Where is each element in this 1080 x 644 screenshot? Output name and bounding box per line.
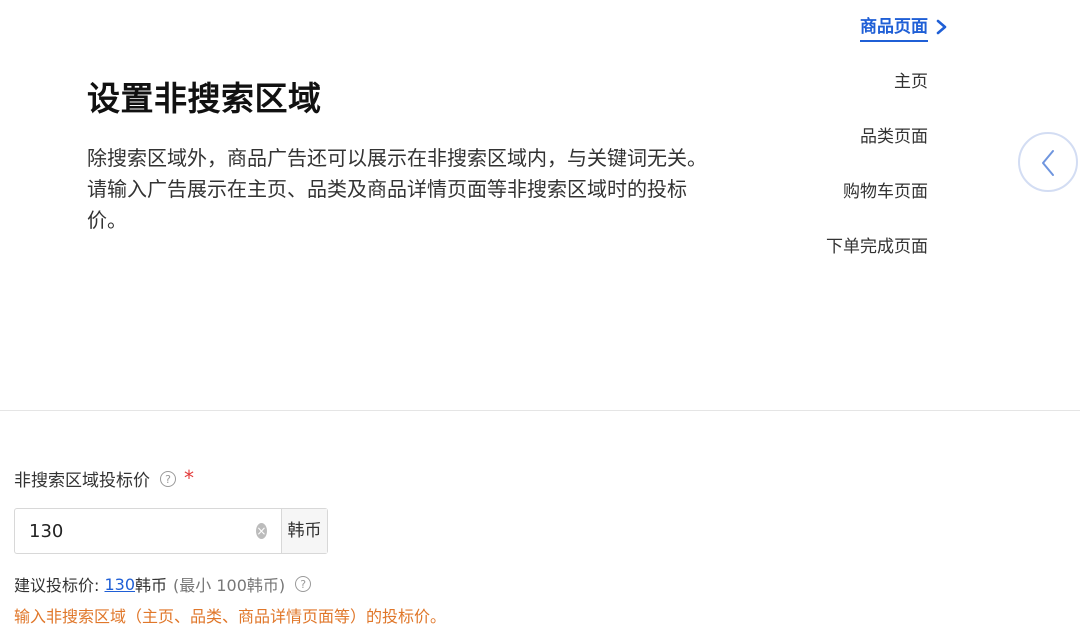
nav-item-home[interactable]: 主页 [728, 67, 928, 122]
nav-item-category-page[interactable]: 品类页面 [728, 122, 928, 177]
help-icon[interactable]: ? [295, 576, 312, 592]
nav-item-product-page[interactable]: 商品页面 [728, 12, 947, 67]
nav-item-label: 主页 [894, 72, 928, 92]
suggested-bid-value-link[interactable]: 130 [104, 575, 135, 594]
bid-field-label-text: 非搜索区域投标价 [14, 471, 150, 491]
page-anchor-nav: 商品页面 主页 品类页面 购物车页面 下单完成页面 [728, 12, 947, 287]
description-line: 价。 [87, 208, 127, 232]
bid-field-label: 非搜索区域投标价 ? * [14, 466, 194, 491]
bid-hint-text: 输入非搜索区域（主页、品类、商品详情页面等）的投标价。 [14, 607, 447, 626]
section-divider [0, 410, 1080, 411]
nav-item-label: 下单完成页面 [826, 237, 928, 257]
section-title: 设置非搜索区域 [87, 79, 322, 118]
help-icon[interactable]: ? [160, 470, 176, 487]
clear-icon[interactable]: × [256, 523, 267, 539]
bid-input-group: × 韩币 [14, 508, 328, 554]
description-line: 除搜索区域外，商品广告还可以展示在非搜索区域内，与关键词无关。 [87, 146, 707, 170]
suggested-bid-prefix: 建议投标价: [14, 576, 105, 595]
nav-item-order-complete-page[interactable]: 下单完成页面 [728, 232, 928, 287]
currency-unit: 韩币 [280, 509, 327, 553]
suggested-bid-unit: 韩币 [135, 576, 168, 595]
required-indicator: * [184, 466, 194, 490]
description-line: 请输入广告展示在主页、品类及商品详情页面等非搜索区域时的投标 [87, 177, 687, 201]
suggested-bid: 建议投标价: 130 韩币 (最小 100韩币) ? [14, 572, 312, 596]
nav-item-label: 购物车页面 [843, 182, 928, 202]
section-description: 除搜索区域外，商品广告还可以展示在非搜索区域内，与关键词无关。 请输入广告展示在… [87, 143, 747, 236]
nav-item-label: 商品页面 [860, 17, 928, 42]
nav-item-cart-page[interactable]: 购物车页面 [728, 177, 928, 232]
collapse-panel-button[interactable] [1018, 132, 1078, 192]
chevron-left-icon [1042, 150, 1054, 176]
nav-item-label: 品类页面 [860, 127, 928, 147]
chevron-right-icon [936, 19, 947, 35]
minimum-bid-text: (最小 100韩币) [173, 576, 286, 595]
bid-amount-input[interactable] [15, 509, 256, 553]
